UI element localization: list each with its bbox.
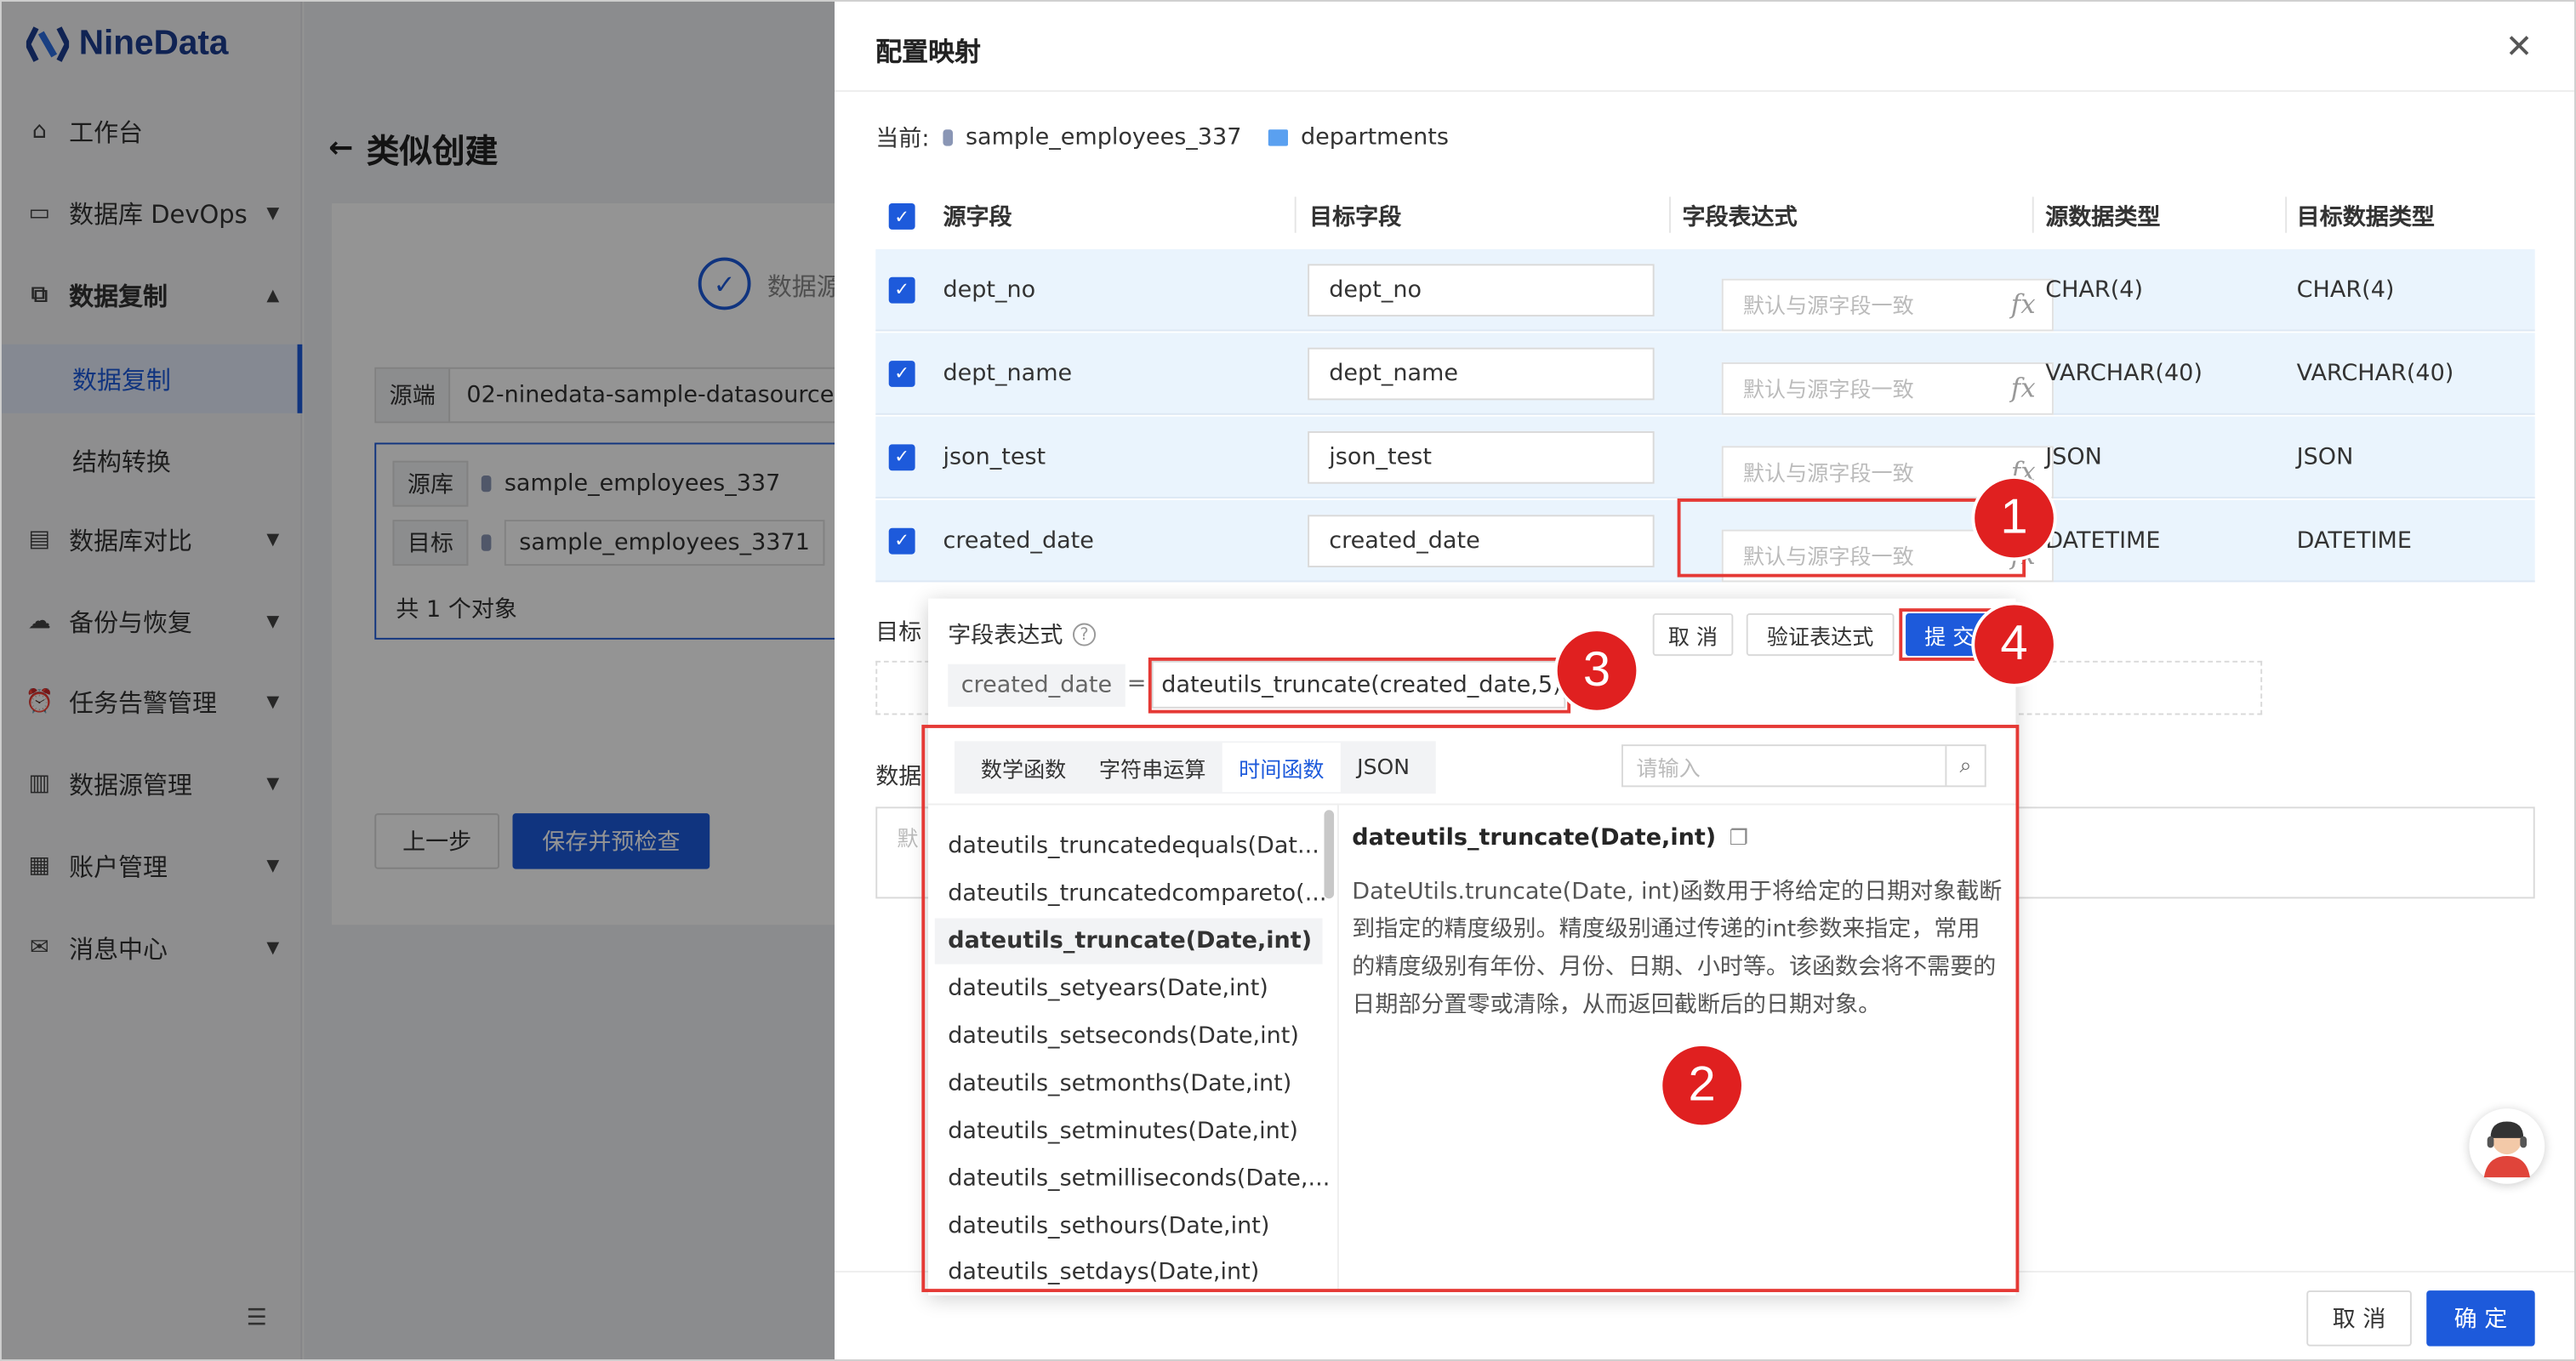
expression-placeholder: 默认与源字段一致 — [1742, 462, 1914, 487]
drawer-cancel-button[interactable]: 取 消 — [2306, 1290, 2412, 1347]
source-type: CHAR(4) — [2045, 276, 2144, 303]
annotation-badge-1: 1 — [1971, 475, 2057, 561]
table-row: ✓ dept_name dept_name 默认与源字段一致 fx VARCHAR… — [875, 333, 2535, 415]
table-icon — [1268, 129, 1288, 146]
fx-icon[interactable]: fx — [2011, 288, 2036, 320]
close-icon[interactable]: ✕ — [2505, 26, 2533, 65]
customer-service-icon — [2483, 1121, 2530, 1178]
col-source-field: 源字段 — [943, 204, 1012, 231]
target-field-input[interactable]: created_date — [1308, 515, 1655, 567]
col-divider — [2285, 196, 2288, 233]
table-row: ✓ json_test json_test 默认与源字段一致 fx JSON JS… — [875, 416, 2535, 499]
col-divider — [1294, 196, 1297, 233]
source-field: dept_name — [943, 360, 1073, 386]
target-field-input[interactable]: json_test — [1308, 430, 1655, 484]
source-field: dept_no — [943, 276, 1036, 303]
annotation-badge-2: 2 — [1659, 1043, 1745, 1129]
data-section-label: 数据 — [875, 764, 922, 791]
target-type: VARCHAR(40) — [2296, 360, 2454, 386]
annotation-box-2 — [921, 725, 2020, 1293]
popover-title-text: 字段表达式 — [948, 623, 1063, 650]
expression-input[interactable]: 默认与源字段一致 fx — [1721, 277, 2054, 331]
target-type: CHAR(4) — [2296, 276, 2395, 303]
current-table: departments — [1300, 124, 1449, 151]
annotation-badge-4: 4 — [1971, 601, 2057, 687]
field-name-chip: created_date — [948, 663, 1126, 707]
divider — [834, 90, 2576, 92]
source-type: VARCHAR(40) — [2045, 360, 2203, 386]
source-type: JSON — [2045, 443, 2102, 470]
support-avatar[interactable] — [2469, 1108, 2545, 1184]
popover-cancel-button[interactable]: 取 消 — [1652, 612, 1734, 657]
drawer-title: 配置映射 — [875, 36, 981, 68]
expression-input[interactable]: 默认与源字段一致 fx — [1721, 362, 2054, 414]
target-section-label: 目标 — [875, 619, 922, 646]
annotation-box-3 — [1148, 658, 1571, 714]
annotation-badge-3: 3 — [1553, 628, 1640, 714]
source-type: DATETIME — [2045, 527, 2161, 554]
table-row: ✓ dept_no dept_no 默认与源字段一致 fx CHAR(4) CHA… — [875, 249, 2535, 332]
drawer-ok-button[interactable]: 确 定 — [2426, 1290, 2535, 1347]
target-field-input[interactable]: dept_name — [1308, 347, 1655, 401]
row-checkbox[interactable]: ✓ — [888, 527, 915, 554]
db-icon — [942, 129, 953, 146]
col-expression: 字段表达式 — [1682, 204, 1798, 231]
source-field: json_test — [943, 443, 1046, 470]
col-divider — [1668, 196, 1671, 233]
equals-sign: = — [1126, 670, 1147, 698]
row-checkbox[interactable]: ✓ — [888, 443, 915, 470]
col-source-type: 源数据类型 — [2045, 204, 2161, 231]
row-checkbox[interactable]: ✓ — [888, 276, 915, 303]
col-divider — [2032, 196, 2034, 233]
help-icon[interactable]: ? — [1073, 623, 1097, 646]
textarea-placeholder: 默 — [897, 828, 919, 853]
col-target-field: 目标字段 — [1309, 204, 1402, 231]
expression-placeholder: 默认与源字段一致 — [1742, 379, 1914, 404]
select-all-checkbox[interactable]: ✓ — [888, 203, 915, 230]
current-context: 当前: sample_employees_337 departments — [875, 122, 1449, 155]
current-db: sample_employees_337 — [965, 124, 1242, 151]
mapping-table-header: ✓ 源字段 目标字段 字段表达式 源数据类型 目标数据类型 — [875, 183, 2535, 250]
validate-expression-button[interactable]: 验证表达式 — [1746, 612, 1895, 657]
col-target-type: 目标数据类型 — [2296, 204, 2435, 231]
expression-placeholder: 默认与源字段一致 — [1742, 294, 1914, 320]
target-field-input[interactable]: dept_no — [1308, 264, 1655, 317]
target-type: JSON — [2296, 443, 2354, 470]
current-label: 当前: — [875, 126, 930, 153]
target-type: DATETIME — [2296, 527, 2412, 554]
row-checkbox[interactable]: ✓ — [888, 360, 915, 386]
popover-title: 字段表达式 ? — [948, 618, 1097, 652]
source-field: created_date — [943, 527, 1094, 554]
fx-icon[interactable]: fx — [2011, 373, 2036, 404]
